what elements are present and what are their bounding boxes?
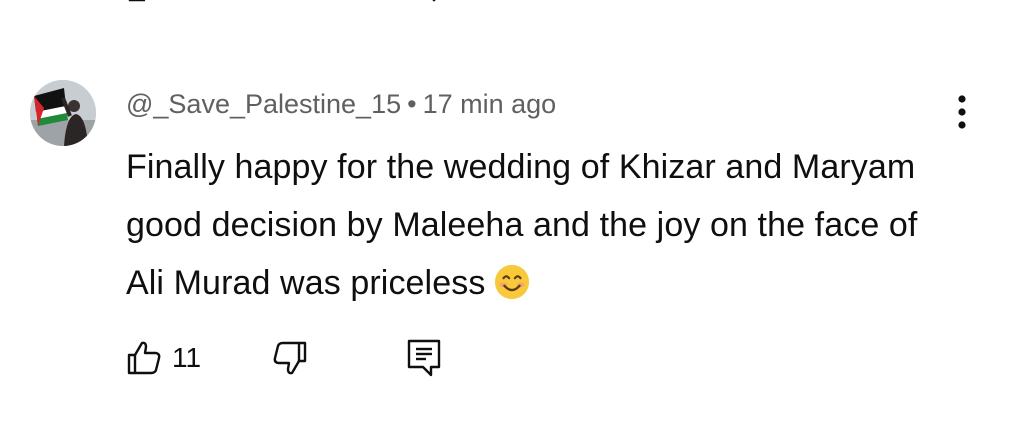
comment-thread: @_Save_Palestine_15 • 17 min ago Finally h… [0,0,1024,444]
comment-header: @_Save_Palestine_15 • 17 min ago [126,86,556,122]
timestamp[interactable]: 17 min ago [423,89,557,119]
author-name[interactable]: @_Save_Palestine_15 [126,89,401,119]
meta-separator: • [407,89,417,119]
thumbs-down-icon [273,341,307,375]
like-count: 11 [172,342,202,373]
reply-comment-icon [407,339,441,377]
dislike-button[interactable] [272,338,308,378]
more-vert-icon [958,95,966,129]
smiling-face-emoji [495,264,530,300]
comment-actions: 11 [126,338,486,378]
comment-text: Finally happy for the wedding of Khizar … [126,138,946,312]
comment: @_Save_Palestine_15 • 17 min ago Finally h… [0,0,1024,444]
reply-button[interactable] [406,338,442,378]
avatar-palestine-flag [30,80,96,146]
like-button[interactable]: 11 [126,338,201,378]
avatar[interactable] [30,80,96,146]
comment-menu-button[interactable] [944,92,980,132]
thumbs-up-icon [127,341,161,375]
